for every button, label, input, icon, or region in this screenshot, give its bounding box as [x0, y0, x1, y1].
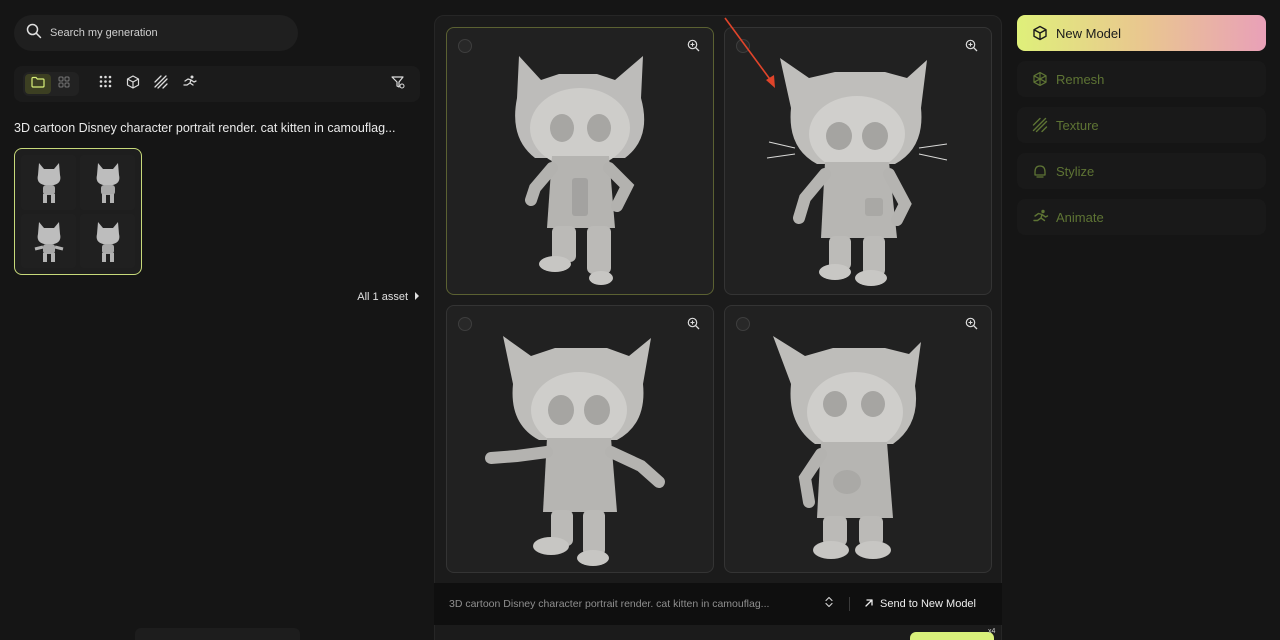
nav-label: Animate [1056, 209, 1104, 225]
preview-panel [434, 15, 1002, 640]
send-to-new-model-button[interactable]: Send to New Model [864, 598, 976, 611]
cube-icon [126, 74, 140, 94]
quantity-badge: x4 [988, 628, 996, 635]
texture-icon [1031, 116, 1049, 134]
generation-title: 3D cartoon Disney character portrait ren… [14, 121, 396, 135]
search-icon [26, 23, 42, 44]
expand-toggle[interactable] [823, 595, 835, 613]
nav-stylize[interactable]: Stylize [1017, 153, 1266, 189]
filter-model-button[interactable] [119, 72, 147, 96]
thumbnail-2 [80, 155, 135, 210]
dots-grid-icon [99, 75, 112, 93]
grid-view-button[interactable] [51, 74, 77, 94]
thumbnail-1 [21, 155, 76, 210]
filter-icon [391, 75, 405, 94]
nav-new-model[interactable]: New Model [1017, 15, 1266, 51]
model-render-4 [773, 336, 921, 559]
nav-texture[interactable]: Texture [1017, 107, 1266, 143]
folder-icon [31, 75, 45, 93]
nav-label: Texture [1056, 117, 1099, 133]
cube-icon [1031, 24, 1049, 42]
model-cell-4[interactable] [724, 305, 992, 573]
search-bar[interactable] [14, 15, 298, 51]
model-cell-1[interactable] [446, 27, 714, 295]
grid-icon [58, 75, 70, 93]
asset-toolbar [14, 66, 420, 102]
divider [849, 597, 850, 611]
all-assets-link[interactable]: All 1 asset [357, 291, 420, 303]
filter-button[interactable] [388, 74, 408, 94]
nav-label: New Model [1056, 25, 1122, 41]
filter-texture-button[interactable] [147, 72, 175, 96]
chevron-right-icon [414, 291, 420, 303]
prompt-bar: 3D cartoon Disney character portrait ren… [434, 583, 1002, 625]
nav-label: Stylize [1056, 163, 1095, 179]
prompt-text[interactable]: 3D cartoon Disney character portrait ren… [449, 598, 809, 610]
folder-view-button[interactable] [25, 74, 51, 94]
filter-animate-button[interactable] [175, 72, 203, 96]
filter-all-button[interactable] [91, 72, 119, 96]
animate-icon [1031, 208, 1049, 226]
all-assets-label: All 1 asset [357, 291, 408, 303]
generation-thumbnail-card[interactable] [14, 148, 142, 275]
chevron-up-down-icon [825, 595, 833, 613]
animate-icon [182, 75, 197, 94]
remesh-icon [1031, 70, 1049, 88]
search-input[interactable] [50, 27, 270, 39]
annotation-arrow [724, 17, 775, 88]
nav-remesh[interactable]: Remesh [1017, 61, 1266, 97]
nav-animate[interactable]: Animate [1017, 199, 1266, 235]
model-render-3 [485, 336, 665, 566]
thumbnail-4 [80, 213, 135, 268]
arrow-up-right-icon [864, 598, 874, 611]
model-cell-3[interactable] [446, 305, 714, 573]
app-root: 3D cartoon Disney character portrait ren… [0, 0, 1280, 640]
view-toggle [23, 72, 79, 96]
texture-icon [154, 74, 168, 94]
send-label: Send to New Model [880, 598, 976, 610]
thumbnail-3 [21, 213, 76, 268]
generate-button[interactable] [910, 632, 994, 640]
stylize-icon [1031, 162, 1049, 180]
nav-label: Remesh [1056, 71, 1105, 87]
bottom-controls [135, 628, 300, 640]
model-render-1 [515, 56, 645, 285]
